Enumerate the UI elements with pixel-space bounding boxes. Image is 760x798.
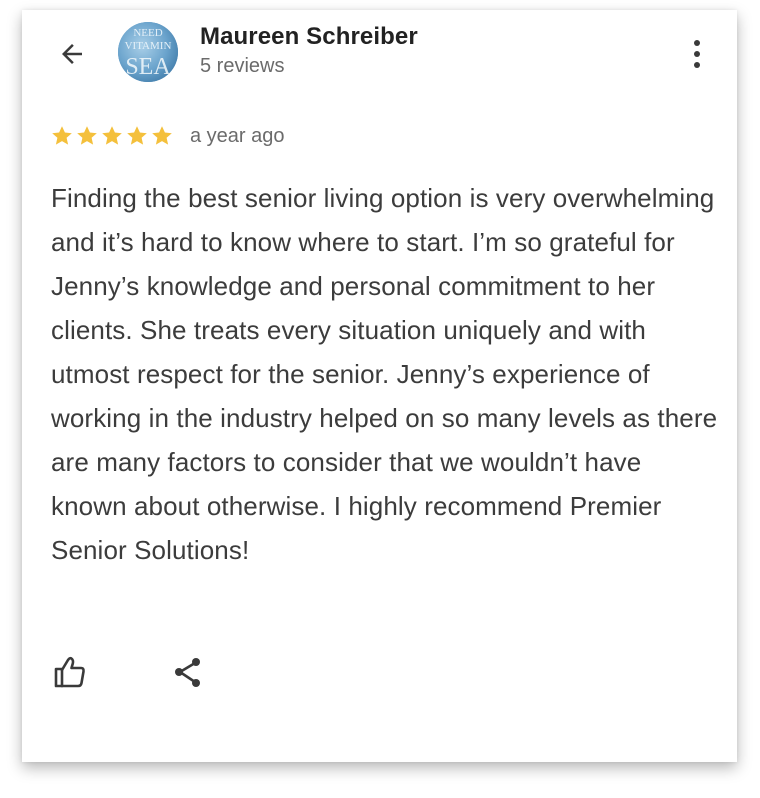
arrow-left-icon xyxy=(62,44,82,64)
avatar-text-line2: VITAMIN xyxy=(125,40,172,52)
more-vertical-icon xyxy=(694,40,700,46)
reviewer-name[interactable]: Maureen Schreiber xyxy=(200,23,418,51)
rating-row: a year ago xyxy=(50,124,285,148)
review-text: Finding the best senior living option is… xyxy=(51,183,718,565)
share-button[interactable] xyxy=(168,652,208,692)
more-options-button[interactable] xyxy=(685,34,709,74)
review-count: 5 reviews xyxy=(200,55,285,77)
star-icon xyxy=(102,126,122,145)
share-icon xyxy=(175,658,200,687)
review-card: NEED VITAMIN SEA Maureen Schreiber 5 rev… xyxy=(22,10,737,762)
star-icon xyxy=(127,126,147,145)
avatar[interactable]: NEED VITAMIN SEA xyxy=(118,22,178,82)
back-button[interactable] xyxy=(54,36,90,72)
like-button[interactable] xyxy=(50,652,90,692)
star-icon xyxy=(152,126,172,145)
review-date: a year ago xyxy=(190,124,285,147)
star-icon xyxy=(52,126,72,145)
star-icon xyxy=(77,126,97,145)
thumbs-up-icon xyxy=(54,656,85,688)
star-rating xyxy=(50,124,174,148)
avatar-text-line3: SEA xyxy=(125,54,171,80)
avatar-text-line1: NEED xyxy=(133,27,162,39)
